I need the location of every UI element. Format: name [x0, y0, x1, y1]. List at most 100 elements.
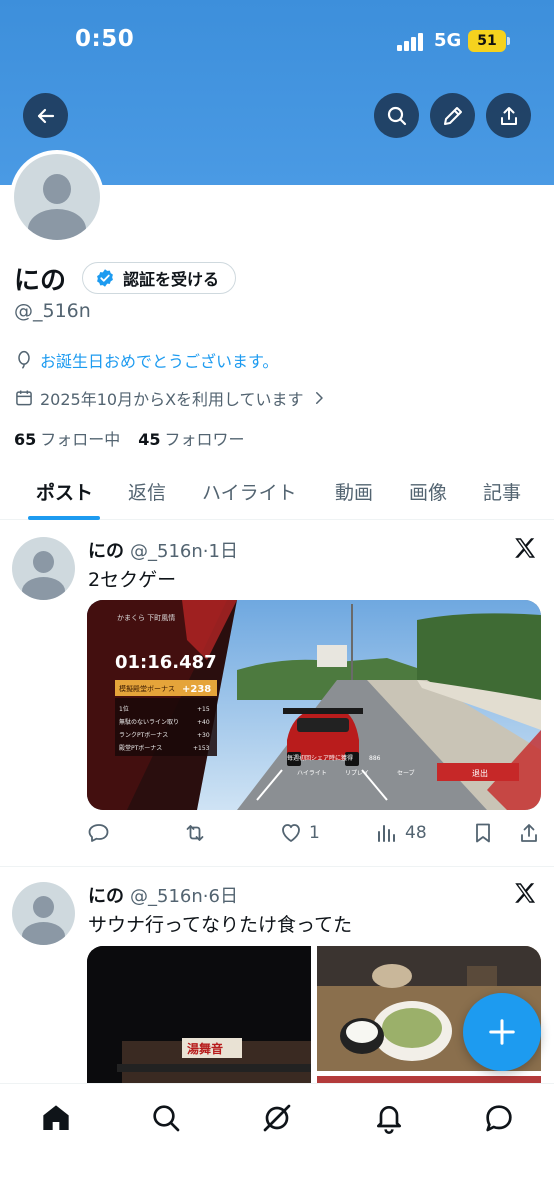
bonus-row-label: 無駄のないライン取り	[119, 718, 179, 726]
post-author-name[interactable]: にの	[88, 541, 124, 562]
profile-avatar[interactable]	[10, 150, 104, 244]
battery-icon: 51	[468, 30, 510, 52]
post-image[interactable]: かまくら 下町風情 01:16.487 模擬殿堂ボーナス +238 1位 +15…	[87, 600, 541, 810]
share-button[interactable]	[486, 93, 531, 138]
post-header: にの @_516n·6日	[88, 882, 238, 908]
search-icon	[153, 1105, 180, 1132]
x-logo-icon[interactable]	[512, 880, 538, 906]
exit-label: 退出	[472, 768, 488, 778]
bonus-row-value: +30	[197, 732, 210, 739]
birthday-row[interactable]: お誕生日おめでとうございます。	[14, 348, 278, 372]
compose-button[interactable]	[463, 993, 541, 1071]
like-count: 1	[309, 823, 320, 843]
get-verified-button[interactable]: 認証を受ける	[82, 262, 237, 294]
chat-bubble-icon	[486, 1105, 512, 1132]
sign-text: 湯舞音	[187, 1041, 223, 1056]
post-text: サウナ行ってなりたけ食ってた	[88, 914, 353, 936]
post-actions: 1 48	[87, 821, 547, 851]
nav-home[interactable]	[40, 1102, 72, 1134]
game-screenshot: かまくら 下町風情 01:16.487 模擬殿堂ボーナス +238 1位 +15…	[87, 600, 541, 810]
highlight-label: ハイライト	[297, 770, 327, 777]
joined-row[interactable]: 2025年10月からXを利用しています	[14, 386, 328, 410]
active-tab-indicator	[28, 516, 100, 520]
signal-icon	[397, 33, 427, 51]
chevron-right-icon	[315, 392, 323, 404]
post-avatar[interactable]	[12, 537, 75, 600]
bottom-navigation	[0, 1083, 554, 1200]
joined-text: 2025年10月からXを利用しています	[40, 390, 304, 409]
profile-handle: @_516n	[14, 300, 91, 322]
status-time: 0:50	[75, 26, 135, 52]
x-logo-icon[interactable]	[512, 535, 538, 561]
views-button[interactable]: 48	[375, 821, 427, 845]
post-avatar[interactable]	[12, 882, 75, 945]
post-header: にの @_516n·1日	[88, 537, 238, 563]
post-image-night[interactable]: 湯舞音	[87, 946, 311, 1086]
tab-videos[interactable]: 動画	[335, 478, 373, 505]
post-share-button[interactable]	[517, 821, 541, 845]
analytics-icon	[378, 825, 395, 842]
tab-replies[interactable]: 返信	[128, 478, 166, 505]
search-icon	[387, 106, 406, 125]
post-divider	[0, 866, 554, 867]
post-meta: @_516n·6日	[130, 886, 238, 907]
bookmark-button[interactable]	[471, 821, 495, 845]
search-button[interactable]	[374, 93, 419, 138]
repost-icon	[186, 825, 204, 841]
nav-search[interactable]	[150, 1102, 182, 1134]
replay-label: リプレイ	[345, 770, 369, 777]
bonus-row-label: ランクPTボーナス	[119, 731, 168, 739]
network-label: 5G	[434, 30, 462, 51]
home-icon	[43, 1105, 69, 1130]
lap-time: 01:16.487	[115, 652, 217, 673]
reply-icon	[88, 824, 109, 842]
nav-notifications[interactable]	[373, 1102, 405, 1134]
repost-button[interactable]	[183, 821, 213, 845]
bonus-row-value: +40	[197, 719, 210, 726]
following-link[interactable]: 65 フォロー中	[14, 426, 120, 450]
bonus-title: 模擬殿堂ボーナス	[119, 684, 175, 693]
like-button[interactable]: 1	[279, 821, 320, 845]
bonus-row-label: 1位	[119, 705, 129, 713]
reply-button[interactable]	[87, 821, 117, 845]
tab-articles[interactable]: 記事	[483, 478, 521, 505]
bookmark-icon	[476, 823, 490, 843]
follow-stats: 65 フォロー中 45 フォロワー	[14, 426, 245, 450]
grok-icon	[263, 1104, 291, 1132]
verify-label: 認証を受ける	[123, 270, 220, 289]
share-hint: 毎週初回シェア時に獲得	[287, 754, 353, 762]
bonus-row-label: 殿堂PTボーナス	[119, 744, 162, 752]
tab-highlights[interactable]: ハイライト	[202, 478, 297, 505]
followers-link[interactable]: 45 フォロワー	[138, 426, 244, 450]
view-count: 48	[405, 823, 427, 843]
bonus-value: +238	[182, 684, 211, 695]
sauna-building-photo: 湯舞音	[87, 946, 311, 1086]
tab-images[interactable]: 画像	[409, 478, 447, 505]
back-button[interactable]	[23, 93, 68, 138]
arrow-left-icon	[37, 108, 54, 123]
profile-name: にの	[14, 266, 67, 296]
post-author-name[interactable]: にの	[88, 886, 124, 907]
post-text: 2セクゲー	[88, 569, 177, 591]
bonus-row-value: +153	[193, 745, 210, 752]
balloon-icon	[18, 350, 30, 369]
heart-icon	[282, 824, 300, 842]
post-meta: @_516n·1日	[130, 541, 238, 562]
location-label: かまくら 下町風情	[117, 613, 175, 622]
nav-grok[interactable]	[261, 1102, 293, 1134]
share-icon	[500, 106, 517, 125]
tab-posts[interactable]: ポスト	[36, 478, 93, 505]
share-icon	[521, 824, 537, 842]
profile-tabs: ポスト 返信 ハイライト 動画 画像 記事	[0, 462, 554, 520]
bell-icon	[377, 1106, 401, 1134]
verified-badge-icon	[97, 269, 113, 287]
pencil-icon	[443, 106, 462, 125]
bonus-row-value: +15	[197, 706, 210, 713]
plus-icon	[489, 1019, 515, 1045]
birthday-text: お誕生日おめでとうございます。	[40, 352, 279, 371]
edit-button[interactable]	[430, 93, 475, 138]
share-value: 886	[369, 755, 381, 762]
nav-messages[interactable]	[483, 1102, 515, 1134]
calendar-icon	[16, 390, 32, 406]
save-label: セーブ	[397, 769, 415, 777]
